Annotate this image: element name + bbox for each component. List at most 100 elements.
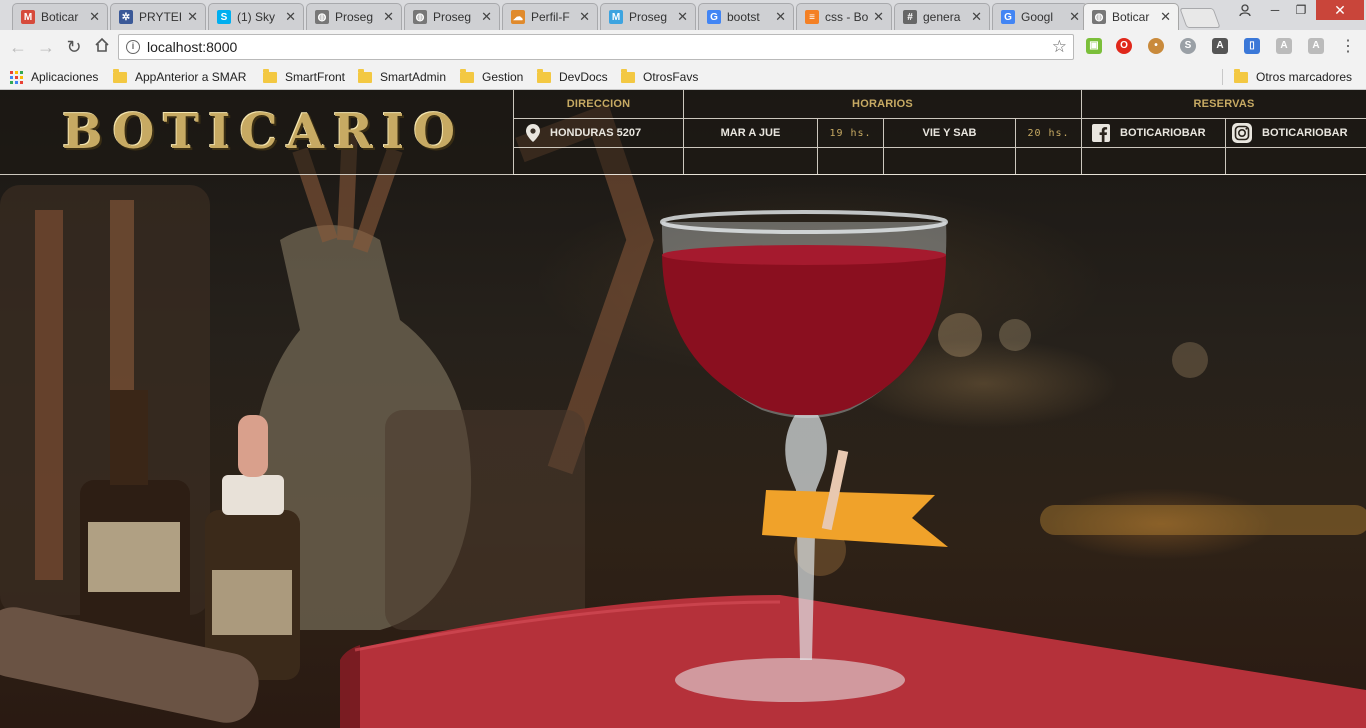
address-empty-cell (513, 148, 684, 175)
browser-tab[interactable]: M Boticar ✕ (12, 3, 108, 30)
bookmark-folder[interactable]: DevDocs (537, 68, 608, 86)
bookmark-star-icon[interactable]: ☆ (1052, 37, 1067, 57)
back-button[interactable]: ← (8, 37, 28, 57)
close-tab-icon[interactable]: ✕ (89, 9, 100, 25)
browser-tab[interactable]: ◍ Proseg ✕ (306, 3, 402, 30)
bookmark-label: SmartAdmin (380, 70, 447, 84)
site-logo[interactable]: BOTICARIO (62, 104, 455, 160)
bookmark-folder[interactable]: SmartAdmin (358, 68, 446, 86)
angular-icon[interactable]: A (1212, 38, 1228, 54)
browser-tab[interactable]: ✲ PRYTEI ✕ (110, 3, 206, 30)
profile-icon[interactable] (1233, 0, 1257, 20)
tab-title: PRYTEI (139, 10, 183, 24)
browser-tab[interactable]: ☁ Perfil-F ✕ (502, 3, 598, 30)
folder-icon (537, 68, 551, 83)
bookmark-label: Gestion (482, 70, 524, 84)
tab-strip: M Boticar ✕ ✲ PRYTEI ✕ S (1) Sky ✕ ◍ Proseg ✕ ◍ Prose… (0, 0, 1366, 30)
hours-days-1: MAR A JUE (684, 119, 818, 148)
close-tab-icon[interactable]: ✕ (775, 9, 786, 25)
apps-label: Aplicaciones (31, 70, 99, 84)
skype-icon: S (217, 10, 231, 24)
tab-title: Proseg (335, 10, 374, 24)
tab-title: Perfil-F (531, 10, 570, 24)
reservations-empty-cell (1226, 148, 1366, 175)
skype-extension-icon[interactable]: S (1180, 38, 1196, 54)
folder-icon (460, 68, 474, 83)
hours-time-2: 20 hs. (1016, 119, 1082, 148)
opera-icon[interactable]: O (1116, 38, 1132, 54)
menu-icon[interactable]: ⋮ (1338, 37, 1358, 57)
close-tab-icon[interactable]: ✕ (481, 9, 492, 25)
browser-tab[interactable]: Gbootst ✕ (698, 3, 794, 30)
angular-grey-icon[interactable]: A (1276, 38, 1292, 54)
browser-tab[interactable]: S (1) Sky ✕ (208, 3, 304, 30)
apps-bookmark[interactable]: Aplicaciones (10, 68, 98, 86)
tab-title: Proseg (433, 10, 472, 24)
map-pin-icon (526, 124, 540, 142)
close-tab-icon[interactable]: ✕ (1160, 9, 1171, 25)
page-viewport: BOTICARIO DIRECCION HONDURAS 5207 HORARI… (0, 90, 1366, 728)
hash-icon: # (903, 10, 917, 24)
site-header: BOTICARIO DIRECCION HONDURAS 5207 HORARI… (0, 90, 1366, 175)
browser-tab[interactable]: G Googl ✕ (992, 3, 1088, 30)
m-icon: M (609, 10, 623, 24)
apps-grid-icon (10, 70, 23, 84)
close-tab-icon[interactable]: ✕ (579, 9, 590, 25)
gear-icon: ✲ (119, 10, 133, 24)
bookmark-folder[interactable]: SmartFront (263, 68, 345, 86)
other-bookmarks[interactable]: Otros marcadores (1234, 68, 1352, 86)
new-tab-button[interactable] (1179, 8, 1221, 28)
browser-tab[interactable]: M Proseg ✕ (600, 3, 696, 30)
bookmark-label: AppAnterior a SMAR (135, 70, 247, 84)
tab-title: bootst (727, 10, 760, 24)
bookmark-label: DevDocs (559, 70, 608, 84)
forward-button[interactable]: → (36, 37, 56, 57)
close-tab-icon[interactable]: ✕ (383, 9, 394, 25)
close-tab-icon[interactable]: ✕ (285, 9, 296, 25)
close-tab-icon[interactable]: ✕ (1069, 9, 1080, 25)
google-translate-icon: G (1001, 10, 1015, 24)
hours-empty-cell (818, 148, 884, 175)
extension-blue-icon[interactable]: ▯ (1244, 38, 1260, 54)
address-cell[interactable]: HONDURAS 5207 (513, 119, 684, 148)
hours-empty-cell (1016, 148, 1082, 175)
minimize-button[interactable]: ─ (1262, 0, 1288, 20)
bookmark-folder[interactable]: Gestion (460, 68, 523, 86)
facebook-link[interactable]: BOTICARIOBAR (1082, 119, 1226, 148)
bookmark-folder[interactable]: OtrosFavs (621, 68, 698, 86)
folder-icon (113, 68, 127, 83)
maximize-button[interactable]: ❐ (1288, 0, 1314, 20)
site-info-icon[interactable]: i (126, 40, 140, 54)
stackoverflow-icon: ≡ (805, 10, 819, 24)
close-tab-icon[interactable]: ✕ (677, 9, 688, 25)
cookie-icon[interactable]: • (1148, 38, 1164, 54)
tab-title: Boticar (41, 10, 79, 24)
home-button[interactable] (92, 37, 112, 57)
reload-button[interactable]: ↻ (64, 37, 84, 57)
hours-empty-cell (884, 148, 1016, 175)
reservations-heading: RESERVAS (1082, 90, 1366, 119)
close-tab-icon[interactable]: ✕ (187, 9, 198, 25)
close-tab-icon[interactable]: ✕ (971, 9, 982, 25)
extension-icon[interactable]: ▣ (1086, 38, 1102, 54)
bookmarks-bar: Aplicaciones AppAnterior a SMAR SmartFro… (0, 64, 1366, 90)
tab-title: genera (923, 10, 961, 24)
browser-tab[interactable]: ◍ Proseg ✕ (404, 3, 500, 30)
globe-icon: ◍ (1092, 10, 1106, 24)
address-bar[interactable]: i localhost:8000 ☆ (118, 34, 1074, 60)
tab-title: css - Bo (825, 10, 869, 24)
angular-grey-icon-2[interactable]: A (1308, 38, 1324, 54)
browser-tab[interactable]: ≡ css - Bo ✕ (796, 3, 892, 30)
browser-tab[interactable]: # genera ✕ (894, 3, 990, 30)
bookmark-folder[interactable]: AppAnterior a SMAR (113, 68, 249, 86)
hero-background-image (0, 103, 1366, 728)
close-window-button[interactable]: ✕ (1316, 0, 1364, 20)
hours-time-1: 19 hs. (818, 119, 884, 148)
close-tab-icon[interactable]: ✕ (873, 9, 884, 25)
folder-icon (621, 68, 635, 83)
hours-days-2: VIE Y SAB (884, 119, 1016, 148)
folder-icon (263, 68, 277, 83)
instagram-link[interactable]: BOTICARIOBAR (1226, 119, 1366, 148)
globe-icon: ◍ (315, 10, 329, 24)
browser-tab[interactable]: ◍ Boticar ✕ (1083, 3, 1179, 30)
